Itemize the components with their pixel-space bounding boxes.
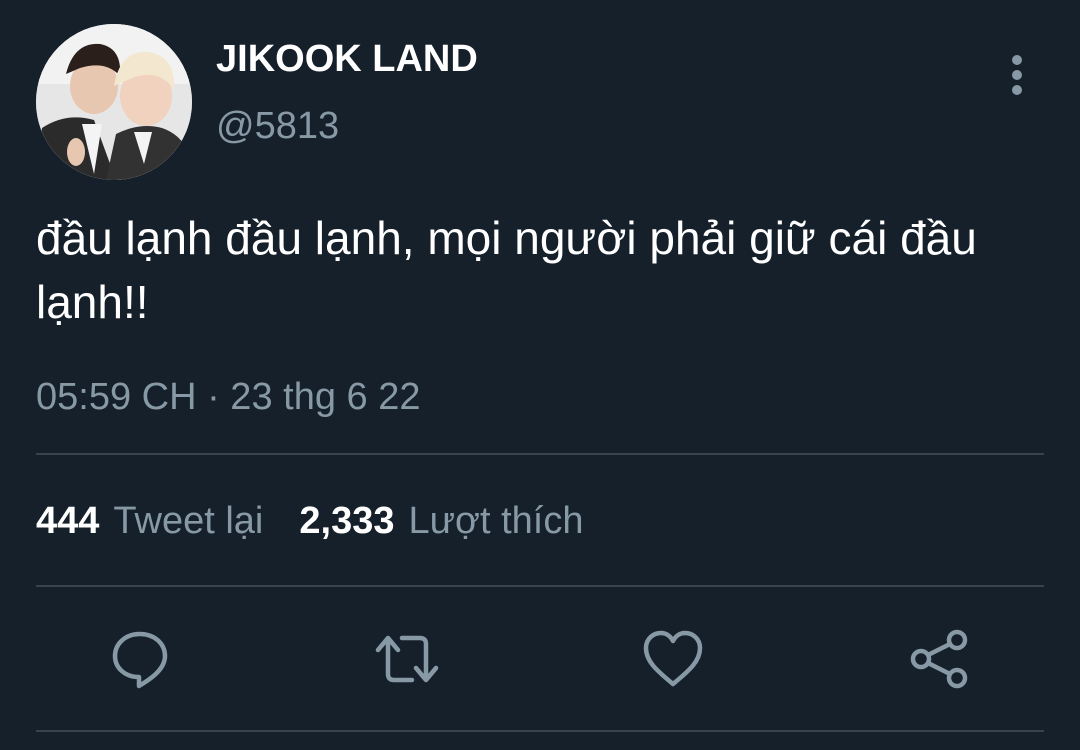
- display-name[interactable]: JIKOOK LAND: [216, 38, 478, 81]
- divider: [36, 730, 1044, 732]
- share-icon: [910, 629, 968, 689]
- retweet-button[interactable]: [372, 624, 442, 694]
- user-handle[interactable]: @5813: [216, 105, 339, 148]
- avatar-photo: [36, 24, 192, 180]
- heart-icon: [643, 630, 703, 687]
- reply-icon: [112, 631, 168, 689]
- share-button[interactable]: [905, 624, 975, 694]
- more-vertical-icon: [1012, 55, 1022, 95]
- likes-stat[interactable]: 2,333 Lượt thích: [299, 500, 583, 542]
- like-button[interactable]: [638, 624, 708, 694]
- likes-label: Lượt thích: [408, 500, 584, 542]
- more-options-button[interactable]: [996, 50, 1038, 100]
- avatar[interactable]: [36, 24, 192, 180]
- divider: [36, 585, 1044, 587]
- retweets-label: Tweet lại: [113, 500, 264, 542]
- retweets-count: 444: [36, 500, 100, 542]
- reply-button[interactable]: [105, 624, 175, 694]
- tweet-stats: 444 Tweet lại 2,333 Lượt thích: [36, 500, 583, 543]
- divider: [36, 453, 1044, 455]
- retweet-icon: [375, 635, 439, 683]
- likes-count: 2,333: [299, 500, 395, 542]
- tweet-timestamp[interactable]: 05:59 CH · 23 thg 6 22: [36, 376, 420, 419]
- retweets-stat[interactable]: 444 Tweet lại: [36, 500, 263, 542]
- tweet-text: đầu lạnh đầu lạnh, mọi người phải giữ cá…: [36, 212, 977, 328]
